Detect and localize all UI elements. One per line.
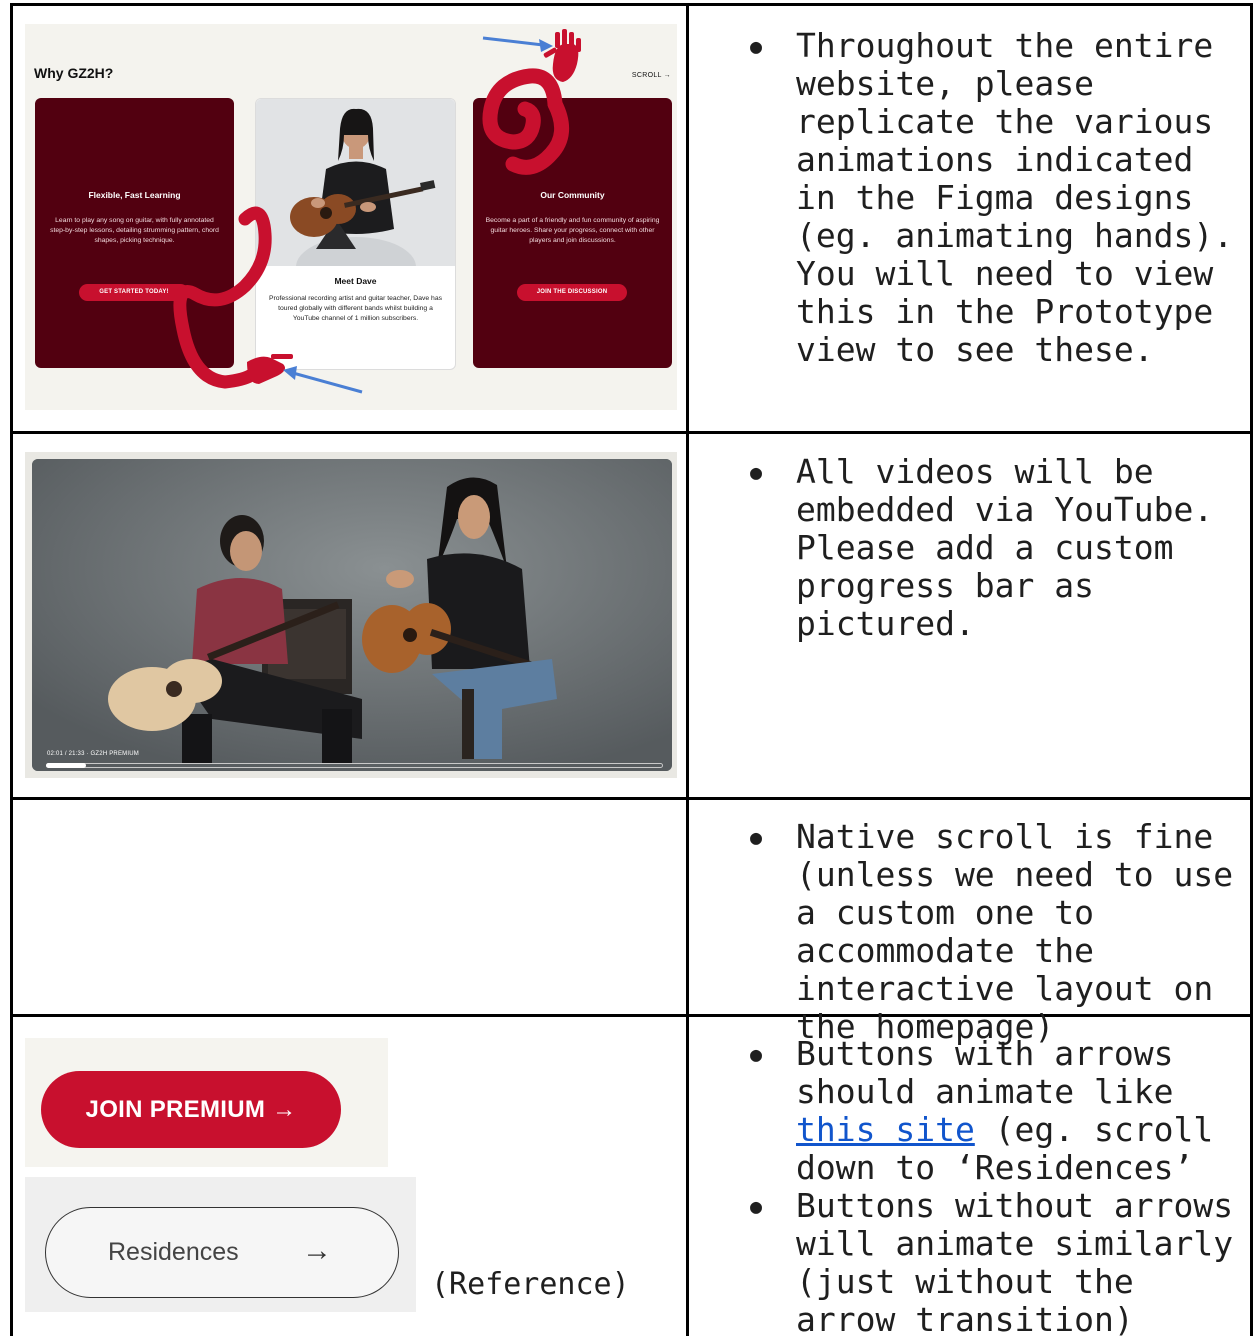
note-animations: Throughout the entire website, please re… <box>712 27 1248 369</box>
note-item: Buttons with arrows should animate like … <box>712 1035 1248 1187</box>
table-border <box>686 3 689 1336</box>
get-started-button[interactable]: GET STARTED TODAY! <box>79 284 189 301</box>
card-body: Professional recording artist and guitar… <box>268 295 443 322</box>
arrow-right-icon: → <box>302 1234 332 1267</box>
residences-example: Residences → <box>25 1177 416 1312</box>
residences-button[interactable]: Residences → <box>45 1207 399 1298</box>
card-body: Learn to play any song on guitar, with f… <box>50 217 219 244</box>
video-progress-bar[interactable] <box>46 763 663 768</box>
table-border <box>10 3 1253 6</box>
table-border <box>10 797 1253 800</box>
video-frame[interactable]: 02:01 / 21:33 · GZ2H PREMIUM <box>32 459 672 771</box>
table-border <box>10 431 1253 434</box>
join-discussion-button[interactable]: JOIN THE DISCUSSION <box>517 284 627 301</box>
dave-photo <box>256 99 455 266</box>
table-border <box>10 3 13 1336</box>
video-progress-fill <box>46 763 86 768</box>
note-item: Buttons without arrows will animate simi… <box>712 1187 1248 1339</box>
note-item: All videos will be embedded via YouTube.… <box>712 453 1248 643</box>
card-meet-dave: Meet Dave Professional recording artist … <box>255 98 456 370</box>
note-item: Throughout the entire website, please re… <box>712 27 1248 369</box>
card-heading: Flexible, Fast Learning <box>88 190 181 200</box>
scroll-link[interactable]: SCROLL → <box>632 72 671 79</box>
residences-label: Residences <box>108 1238 239 1266</box>
video-time-label: 02:01 / 21:33 · GZ2H PREMIUM <box>47 751 139 757</box>
note-item: Native scroll is fine (unless we need to… <box>712 818 1248 1046</box>
video-thumbnail <box>32 459 672 771</box>
card-heading: Meet Dave <box>334 276 377 286</box>
note-videos: All videos will be embedded via YouTube.… <box>712 453 1248 643</box>
note-buttons: Buttons with arrows should animate like … <box>712 1035 1248 1339</box>
this-site-link[interactable]: this site <box>796 1110 975 1149</box>
homepage-mockup: Why GZ2H? SCROLL → Flexible, Fast Learni… <box>25 24 677 410</box>
card-heading: Our Community <box>540 190 605 200</box>
join-premium-example: JOIN PREMIUM → <box>25 1038 388 1167</box>
section-title: Why GZ2H? <box>34 65 114 81</box>
card-our-community: Our Community Become a part of a friendl… <box>473 98 672 368</box>
note-text: Buttons with arrows should animate like <box>796 1034 1174 1111</box>
note-scroll: Native scroll is fine (unless we need to… <box>712 818 1248 1046</box>
reference-label: (Reference) <box>431 1267 630 1302</box>
video-player[interactable]: 02:01 / 21:33 · GZ2H PREMIUM <box>25 452 677 778</box>
card-flexible-learning: Flexible, Fast Learning Learn to play an… <box>35 98 234 368</box>
card-body: Become a part of a friendly and fun comm… <box>485 217 660 244</box>
annotation-arrow-icon <box>482 36 553 52</box>
join-premium-button[interactable]: JOIN PREMIUM → <box>41 1071 341 1148</box>
